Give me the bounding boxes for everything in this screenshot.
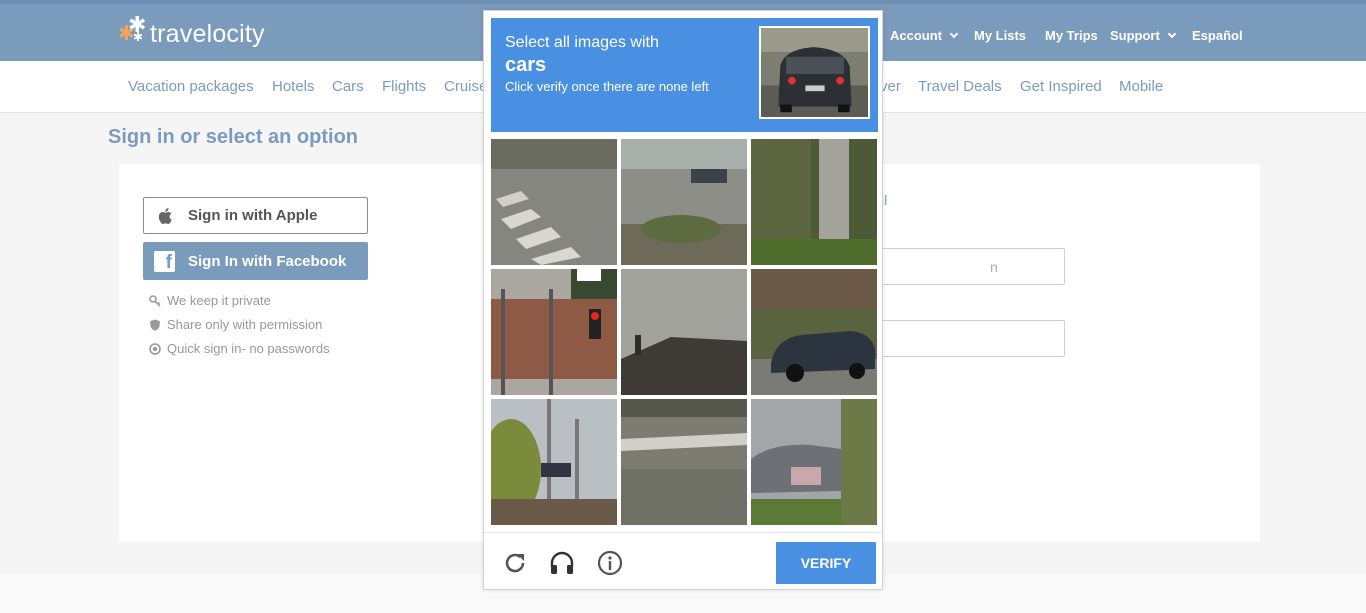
- nav-my-trips-label: My Trips: [1045, 28, 1098, 43]
- subnav-cruises[interactable]: Cruise: [444, 78, 487, 95]
- subnav-hotels[interactable]: Hotels: [272, 78, 315, 95]
- subnav-mobile[interactable]: Mobile: [1119, 78, 1163, 95]
- captcha-sample-image: [759, 26, 870, 119]
- subnav-get-inspired[interactable]: Get Inspired: [1020, 78, 1102, 95]
- email-field-placeholder: n: [990, 259, 998, 275]
- captcha-image-grid: [491, 139, 878, 525]
- nav-my-lists-label: My Lists: [974, 28, 1027, 43]
- subnav-vacation-packages[interactable]: Vacation packages: [128, 78, 254, 95]
- key-icon: [149, 294, 161, 307]
- nav-account[interactable]: Account: [890, 28, 959, 43]
- nav-my-lists[interactable]: My Lists: [974, 28, 1026, 43]
- captcha-tile-3[interactable]: [751, 139, 877, 265]
- facebook-icon: f: [154, 250, 175, 273]
- nav-support-label: Support: [1110, 28, 1160, 43]
- subnav-discover[interactable]: ver: [880, 78, 901, 95]
- perk-private-text: We keep it private: [167, 293, 271, 308]
- target-icon: [149, 342, 161, 355]
- captcha-tile-7[interactable]: [491, 399, 617, 525]
- travelocity-logo[interactable]: ✱ ✱ ✱ travelocity: [118, 12, 265, 50]
- perk-permission: Share only with permission: [149, 317, 322, 332]
- captcha-tile-8[interactable]: [621, 399, 747, 525]
- sign-in-with-apple-button[interactable]: Sign in with Apple: [143, 197, 368, 234]
- logo-star-icon: ✱ ✱ ✱: [118, 12, 147, 45]
- captcha-prompt-target: cars: [505, 54, 547, 76]
- captcha-tile-6[interactable]: [751, 269, 877, 395]
- sign-in-with-facebook-button[interactable]: f Sign In with Facebook: [143, 242, 368, 280]
- refresh-icon[interactable]: [502, 550, 528, 576]
- logo-text: travelocity: [150, 19, 265, 48]
- captcha-tile-9[interactable]: [751, 399, 877, 525]
- perk-permission-text: Share only with permission: [167, 317, 323, 332]
- captcha-tile-4[interactable]: [491, 269, 617, 395]
- captcha-tile-5[interactable]: [621, 269, 747, 395]
- headphones-icon[interactable]: [549, 550, 575, 576]
- perk-private: We keep it private: [149, 293, 271, 308]
- captcha-prompt-line1: Select all images with: [505, 34, 659, 51]
- chevron-down-icon: [949, 29, 959, 38]
- captcha-challenge: Select all images with cars Click verify…: [483, 10, 883, 590]
- shield-icon: [150, 319, 160, 331]
- info-icon[interactable]: [597, 550, 623, 576]
- perk-quick-signin-text: Quick sign in- no passwords: [167, 341, 330, 356]
- facebook-button-label: Sign In with Facebook: [188, 252, 347, 270]
- page-title: Sign in or select an option: [108, 126, 359, 148]
- captcha-tile-1[interactable]: [491, 139, 617, 265]
- subnav-travel-deals[interactable]: Travel Deals: [918, 78, 1002, 95]
- captcha-prompt: Select all images with cars Click verify…: [491, 18, 878, 132]
- nav-my-trips[interactable]: My Trips: [1045, 28, 1098, 43]
- nav-account-label: Account: [890, 28, 942, 43]
- apple-button-label: Sign in with Apple: [188, 207, 318, 224]
- nav-support[interactable]: Support: [1110, 28, 1177, 43]
- verify-button[interactable]: VERIFY: [776, 542, 876, 584]
- subnav-flights[interactable]: Flights: [382, 78, 426, 95]
- nav-espanol[interactable]: Español: [1192, 28, 1243, 43]
- perk-quick-signin: Quick sign in- no passwords: [149, 341, 330, 356]
- apple-icon: [158, 207, 172, 224]
- subnav-cars[interactable]: Cars: [332, 78, 364, 95]
- chevron-down-icon: [1167, 29, 1177, 38]
- captcha-footer: VERIFY: [484, 532, 882, 589]
- nav-espanol-label: Español: [1192, 28, 1243, 43]
- captcha-prompt-instruction: Click verify once there are none left: [505, 79, 709, 94]
- captcha-tile-2[interactable]: [621, 139, 747, 265]
